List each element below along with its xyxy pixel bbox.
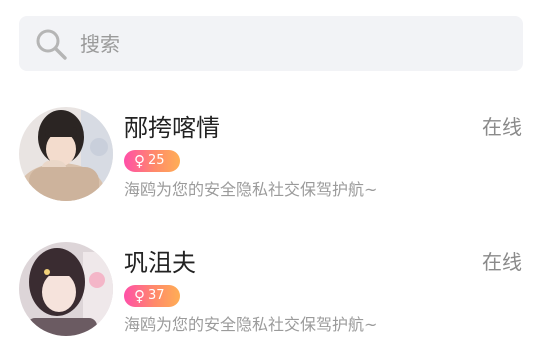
user-list-item[interactable]: 巩沮夫 在线 ♀ 37 海鸥为您的安全隐私社交保驾护航~ — [0, 242, 537, 342]
user-name: 邴挎喀情 — [124, 114, 220, 142]
gender-age-badge: ♀ 25 — [124, 150, 180, 172]
avatar[interactable] — [19, 242, 113, 336]
user-name: 巩沮夫 — [124, 249, 196, 277]
online-status: 在线 — [482, 115, 522, 139]
search-bar[interactable] — [19, 16, 523, 71]
avatar[interactable] — [19, 107, 113, 201]
female-icon: ♀ — [134, 152, 145, 170]
user-bio: 海鸥为您的安全隐私社交保驾护航~ — [124, 315, 378, 334]
gender-age-badge: ♀ 37 — [124, 285, 180, 307]
online-status: 在线 — [482, 250, 522, 274]
search-icon — [36, 29, 67, 60]
user-list-item[interactable]: 邴挎喀情 在线 ♀ 25 海鸥为您的安全隐私社交保驾护航~ — [0, 107, 537, 207]
search-input[interactable] — [80, 31, 460, 56]
female-icon: ♀ — [134, 287, 145, 305]
user-list-screen: 邴挎喀情 在线 ♀ 25 海鸥为您的安全隐私社交保驾护航~ 巩沮夫 在线 ♀ — [0, 0, 537, 347]
age-value: 25 — [148, 153, 165, 168]
user-bio: 海鸥为您的安全隐私社交保驾护航~ — [124, 180, 378, 199]
age-value: 37 — [148, 288, 165, 303]
